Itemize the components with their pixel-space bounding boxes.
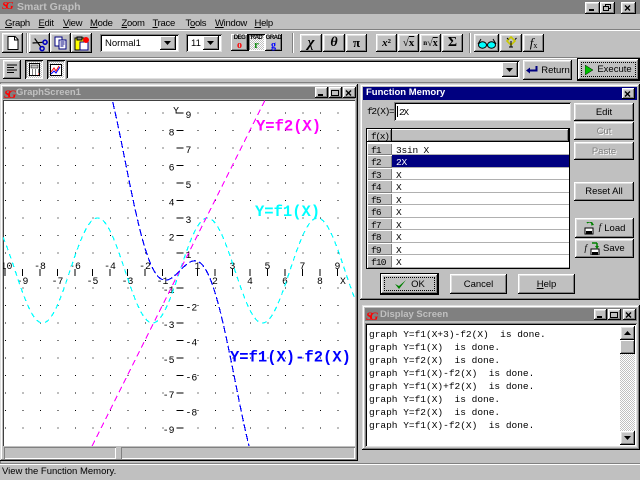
svg-text:Y: Y	[173, 106, 179, 117]
svg-text:-5: -5	[87, 276, 99, 287]
svg-text:5: 5	[186, 180, 192, 191]
svg-text:-5: -5	[163, 355, 175, 366]
svg-text:X: X	[340, 276, 346, 287]
svg-text:7: 7	[186, 145, 192, 156]
svg-text:-3: -3	[163, 320, 175, 331]
svg-text:6: 6	[169, 163, 175, 174]
svg-text:8: 8	[317, 276, 323, 287]
svg-text:8: 8	[169, 128, 175, 139]
svg-text:-8: -8	[186, 408, 198, 419]
svg-text:-8: -8	[34, 261, 46, 272]
svg-text:4: 4	[247, 276, 253, 287]
svg-text:Y=f1(X)-f2(X): Y=f1(X)-f2(X)	[230, 349, 351, 367]
svg-text:9: 9	[335, 261, 341, 272]
svg-text:1: 1	[186, 250, 192, 261]
svg-text:-3: -3	[122, 276, 134, 287]
svg-text:-2: -2	[139, 261, 151, 272]
svg-text:-2: -2	[186, 303, 198, 314]
svg-text:Y=f2(X): Y=f2(X)	[256, 118, 321, 136]
svg-text:5: 5	[265, 261, 271, 272]
svg-text:Y=f1(X): Y=f1(X)	[255, 203, 320, 221]
svg-text:9: 9	[186, 110, 192, 121]
svg-text:2: 2	[169, 233, 175, 244]
svg-text:4: 4	[169, 198, 175, 209]
svg-text:3: 3	[186, 215, 192, 226]
svg-text:-7: -7	[52, 276, 64, 287]
svg-text:-9: -9	[163, 425, 175, 436]
svg-text:-4: -4	[104, 261, 116, 272]
svg-text:7: 7	[300, 261, 306, 272]
svg-text:-6: -6	[186, 373, 198, 384]
svg-text:-7: -7	[163, 390, 175, 401]
svg-text:-4: -4	[186, 338, 198, 349]
svg-text:2: 2	[212, 276, 218, 287]
svg-text:10: 10	[3, 261, 12, 272]
